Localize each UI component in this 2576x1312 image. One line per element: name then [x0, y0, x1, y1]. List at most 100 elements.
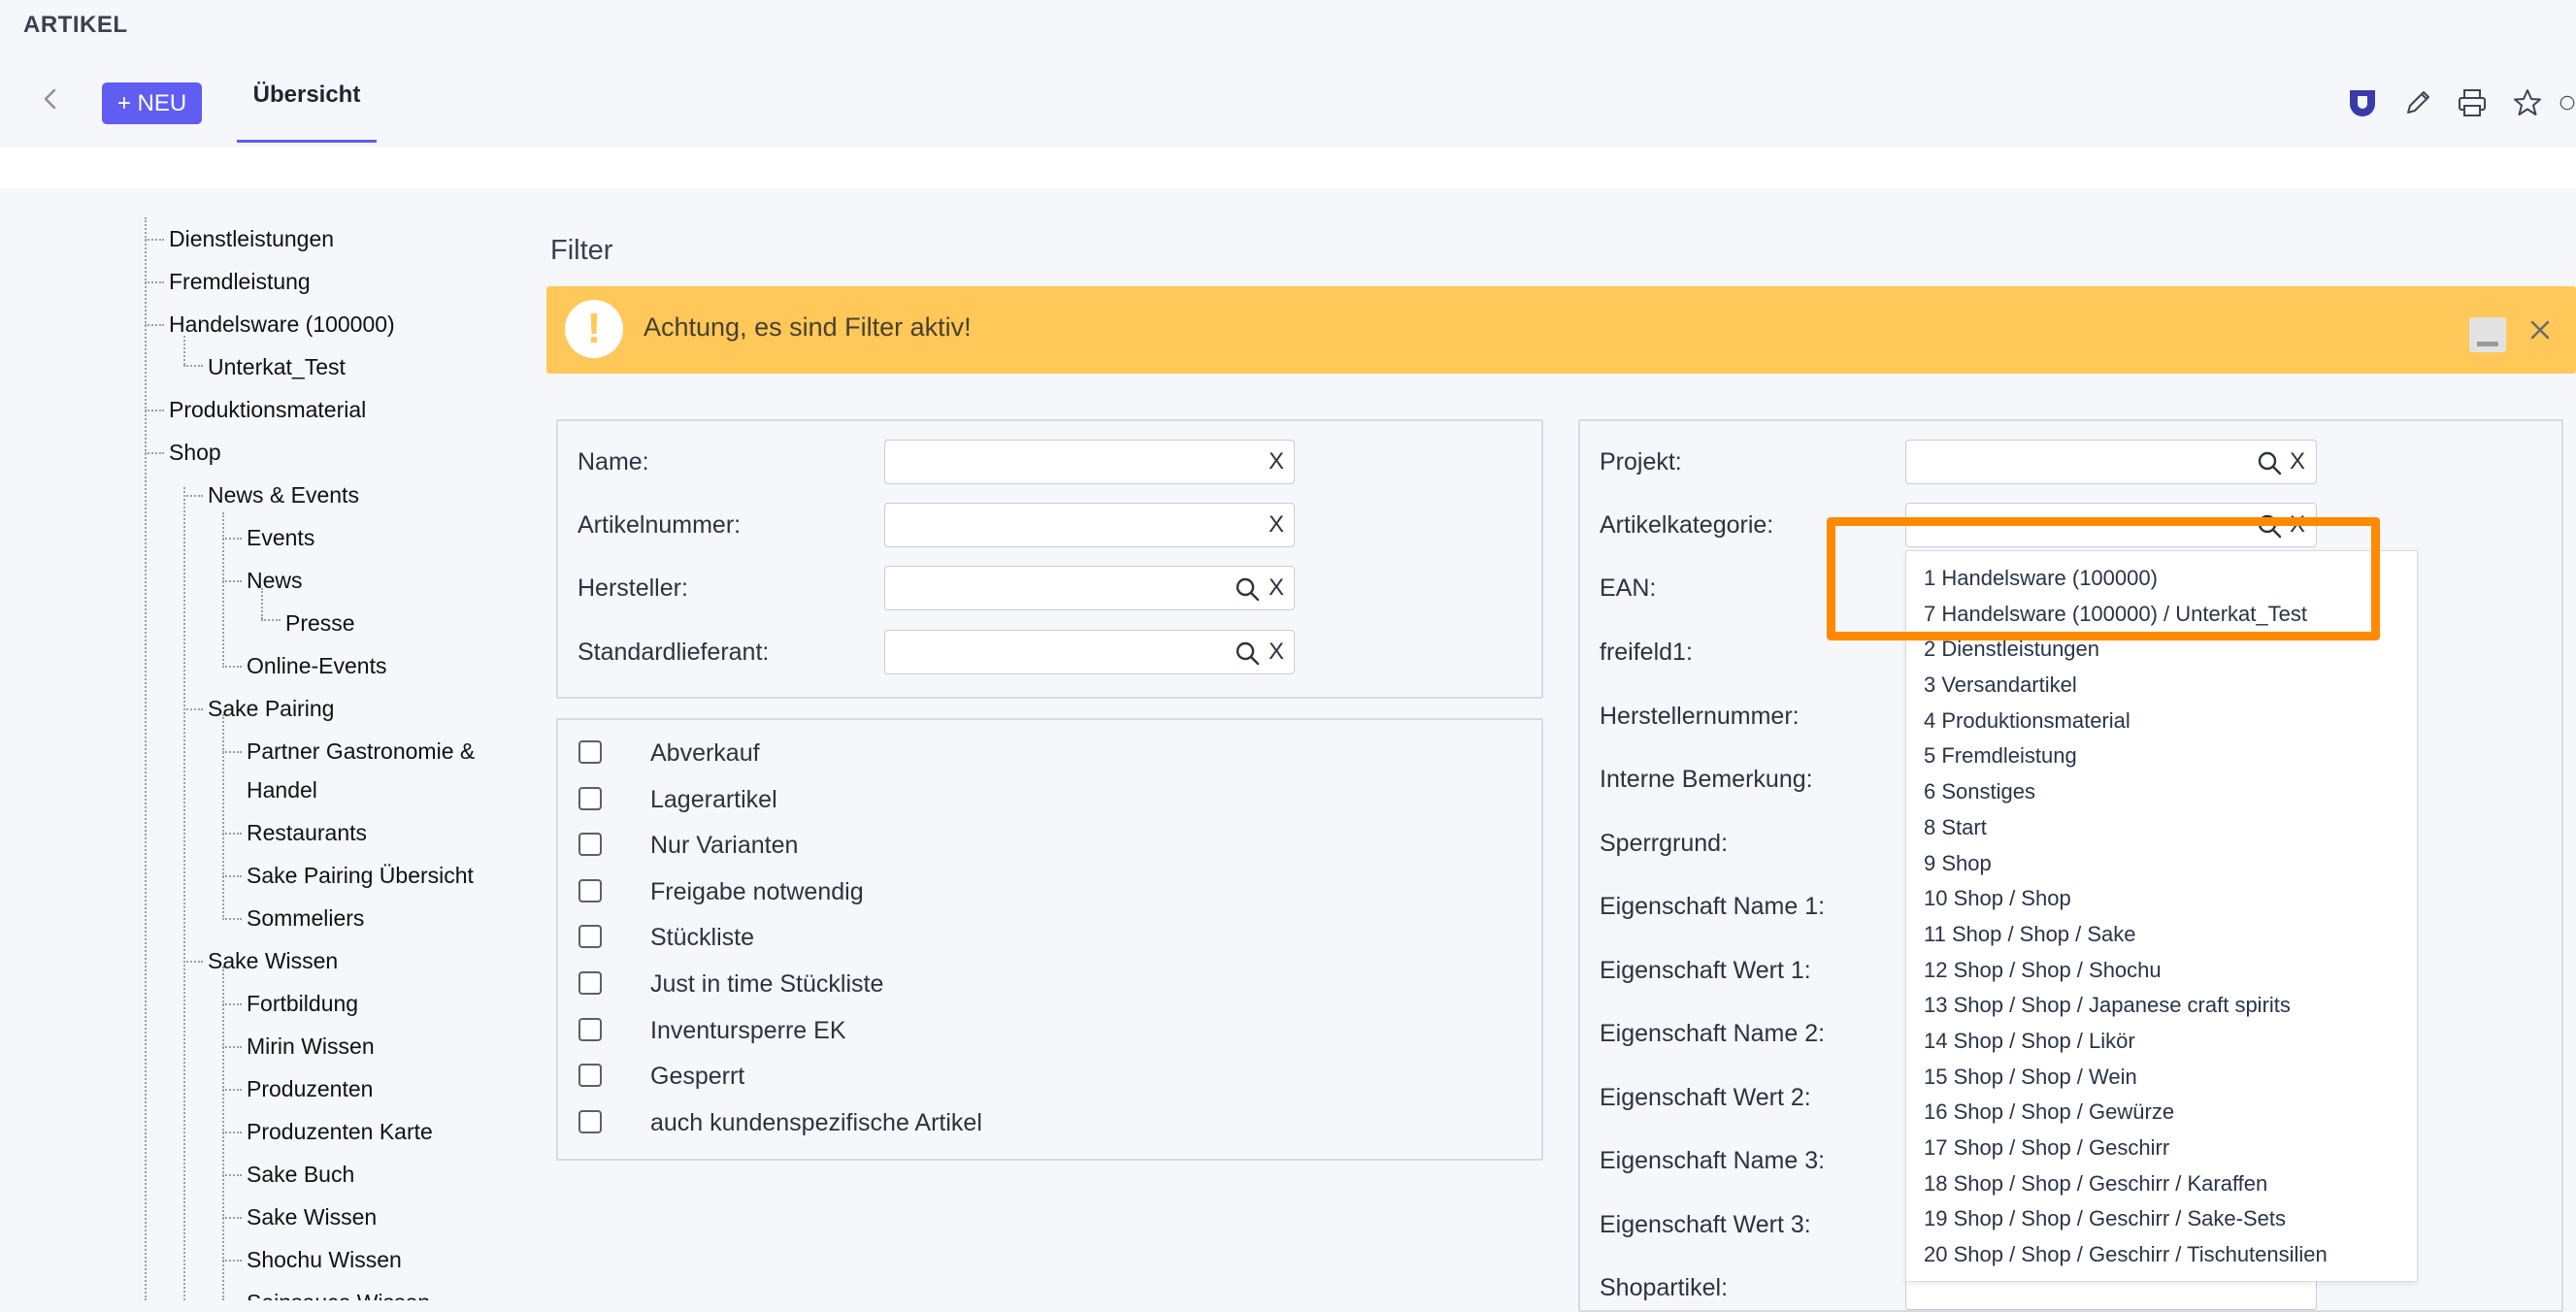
tree-item-sake-wissen-sub[interactable]: Sake Wissen — [247, 1202, 377, 1231]
tree-connector — [183, 708, 203, 710]
tab-active-indicator — [237, 140, 377, 143]
tree-item-news-events[interactable]: News & Events — [208, 480, 359, 509]
search-icon — [2258, 451, 2282, 476]
tree-item-restaurants[interactable]: Restaurants — [247, 818, 367, 847]
edit-button[interactable] — [2398, 85, 2437, 120]
tree-item-sake-pairing-uebersicht[interactable]: Sake Pairing Übersicht — [247, 861, 474, 890]
standardlieferant-input[interactable] — [885, 631, 1294, 673]
tree-item-produzenten-karte[interactable]: Produzenten Karte — [247, 1117, 433, 1146]
projekt-input[interactable] — [1906, 441, 2316, 483]
artikelnummer-input[interactable] — [885, 504, 1294, 546]
clear-projekt-button[interactable]: X — [2290, 447, 2305, 476]
print-button[interactable] — [2453, 85, 2492, 120]
kundenspezifisch-label: auch kundenspezifische Artikel — [650, 1109, 982, 1136]
gesperrt-checkbox[interactable] — [578, 1064, 602, 1087]
freigabe-notwendig-checkbox[interactable] — [578, 879, 602, 902]
hersteller-input[interactable] — [885, 567, 1294, 609]
dropdown-option[interactable]: 15 Shop / Shop / Wein — [1924, 1065, 2137, 1090]
pencil-icon — [2407, 91, 2429, 114]
stueckliste-checkbox[interactable] — [578, 925, 602, 948]
tree-connector — [222, 833, 242, 835]
tree-item-partner-gastronomie-line2[interactable]: Handel — [247, 775, 317, 804]
warning-icon: ! — [565, 300, 623, 358]
clear-artikelnummer-button[interactable]: X — [1269, 510, 1284, 540]
artikelnummer-field[interactable] — [884, 503, 1295, 547]
brand-logo-icon — [2350, 90, 2375, 116]
tree-connector — [183, 961, 203, 963]
tree-connector — [222, 875, 242, 877]
clear-hersteller-button[interactable]: X — [1269, 574, 1284, 603]
tree-item-dienstleistungen[interactable]: Dienstleistungen — [169, 224, 334, 253]
search-hersteller-button[interactable] — [1234, 575, 1261, 603]
help-button[interactable] — [2559, 85, 2576, 120]
dropdown-option[interactable]: 19 Shop / Shop / Geschirr / Sake-Sets — [1924, 1206, 2286, 1231]
name-input[interactable] — [885, 441, 1294, 483]
minimize-alert-button[interactable] — [2469, 317, 2506, 352]
dropdown-option[interactable]: 10 Shop / Shop — [1924, 886, 2071, 911]
tree-item-news[interactable]: News — [247, 566, 303, 595]
tree-item-sake-pairing[interactable]: Sake Pairing — [208, 694, 334, 723]
dropdown-option[interactable]: 9 Shop — [1924, 851, 1992, 876]
tree-item-shochu-wissen[interactable]: Shochu Wissen — [247, 1245, 402, 1274]
dropdown-option[interactable]: 12 Shop / Shop / Shochu — [1924, 958, 2162, 983]
dropdown-option[interactable]: 11 Shop / Shop / Sake — [1924, 922, 2136, 947]
favorite-button[interactable] — [2508, 85, 2547, 120]
dropdown-option[interactable]: 13 Shop / Shop / Japanese craft spirits — [1924, 993, 2291, 1018]
name-field[interactable] — [884, 440, 1295, 484]
tree-item-produzenten[interactable]: Produzenten — [247, 1074, 373, 1103]
printer-icon — [2459, 89, 2486, 116]
tree-connector — [145, 410, 164, 411]
inventursperre-checkbox[interactable] — [578, 1018, 602, 1041]
dropdown-option[interactable]: 18 Shop / Shop / Geschirr / Karaffen — [1924, 1171, 2267, 1197]
close-icon — [2530, 320, 2550, 340]
dropdown-option[interactable]: 4 Produktionsmaterial — [1924, 708, 2130, 734]
kundenspezifisch-checkbox[interactable] — [578, 1110, 602, 1133]
tree-item-seinsauce-wissen[interactable]: Seinsauce Wissen — [247, 1288, 430, 1300]
lagerartikel-checkbox[interactable] — [578, 787, 602, 810]
tree-item-partner-gastronomie[interactable]: Partner Gastronomie & — [247, 737, 475, 766]
eigenschaft-wert-1-label: Eigenschaft Wert 1: — [1600, 957, 1811, 984]
dropdown-option[interactable]: 17 Shop / Shop / Geschirr — [1924, 1135, 2169, 1161]
tab-overview[interactable]: Übersicht — [237, 82, 377, 144]
tree-item-sake-buch[interactable]: Sake Buch — [247, 1160, 354, 1189]
tree-connector — [222, 1046, 242, 1048]
close-alert-button[interactable] — [2524, 316, 2557, 349]
search-standardlieferant-button[interactable] — [1234, 640, 1261, 667]
projekt-label: Projekt: — [1600, 448, 1682, 476]
tree-item-online-events[interactable]: Online-Events — [247, 651, 386, 680]
tree-item-handelsware[interactable]: Handelsware (100000) — [169, 310, 395, 339]
tree-item-fortbildung[interactable]: Fortbildung — [247, 989, 358, 1018]
abverkauf-checkbox[interactable] — [578, 740, 602, 764]
tree-item-unterkat-test[interactable]: Unterkat_Test — [208, 352, 346, 381]
jit-stueckliste-checkbox[interactable] — [578, 971, 602, 995]
dropdown-option[interactable]: 16 Shop / Shop / Gewürze — [1924, 1099, 2174, 1125]
alert-message: Achtung, es sind Filter aktiv! — [644, 312, 972, 342]
back-button[interactable] — [37, 85, 64, 113]
eigenschaft-name-1-label: Eigenschaft Name 1: — [1600, 893, 1826, 920]
dropdown-option[interactable]: 8 Start — [1924, 815, 1987, 840]
tree-item-sommeliers[interactable]: Sommeliers — [247, 903, 364, 933]
tree-connector — [222, 918, 242, 920]
brand-icon-button[interactable] — [2343, 85, 2382, 120]
clear-name-button[interactable]: X — [1269, 447, 1284, 476]
filter-heading: Filter — [550, 235, 613, 266]
tree-item-sake-wissen[interactable]: Sake Wissen — [208, 946, 338, 975]
tree-item-presse[interactable]: Presse — [285, 608, 355, 638]
dropdown-option[interactable]: 3 Versandartikel — [1924, 672, 2077, 698]
tree-item-shop[interactable]: Shop — [169, 438, 221, 467]
dropdown-option[interactable]: 20 Shop / Shop / Geschirr / Tischutensil… — [1924, 1242, 2328, 1267]
dropdown-option[interactable]: 5 Fremdleistung — [1924, 743, 2077, 769]
new-button[interactable]: + NEU — [102, 82, 202, 124]
dropdown-option[interactable]: 14 Shop / Shop / Likör — [1924, 1029, 2135, 1054]
highlight-annotation — [1827, 517, 2380, 640]
clear-standardlieferant-button[interactable]: X — [1269, 638, 1284, 667]
tree-item-produktionsmaterial[interactable]: Produktionsmaterial — [169, 395, 366, 424]
star-icon — [2514, 89, 2541, 115]
tree-item-mirin-wissen[interactable]: Mirin Wissen — [247, 1032, 375, 1061]
tree-item-fremdleistung[interactable]: Fremdleistung — [169, 267, 311, 296]
nur-varianten-checkbox[interactable] — [578, 833, 602, 856]
herstellernummer-label: Herstellernummer: — [1600, 703, 1800, 730]
search-projekt-button[interactable] — [2256, 449, 2283, 476]
dropdown-option[interactable]: 6 Sonstiges — [1924, 779, 2035, 804]
tree-item-events[interactable]: Events — [247, 523, 314, 552]
